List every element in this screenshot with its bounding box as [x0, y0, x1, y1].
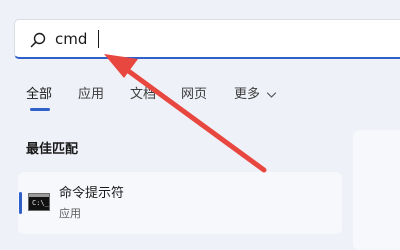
preview-pane [353, 130, 400, 250]
result-name: 命令提示符 [59, 186, 125, 201]
tab-apps[interactable]: 应用 [78, 85, 104, 105]
text-caret [98, 30, 99, 48]
best-match-heading: 最佳匹配 [26, 142, 79, 157]
tab-more[interactable]: 更多 [234, 85, 260, 105]
search-box[interactable]: cmd [14, 19, 400, 59]
command-prompt-icon: C:\_ [28, 193, 50, 211]
tab-documents[interactable]: 文档 [130, 85, 156, 105]
search-input[interactable]: cmd [55, 29, 87, 49]
active-tab-indicator [30, 108, 50, 111]
tab-all[interactable]: 全部 [26, 85, 52, 105]
chevron-down-icon[interactable] [266, 91, 277, 99]
selection-indicator [19, 192, 22, 214]
result-type: 应用 [59, 207, 81, 220]
tab-web[interactable]: 网页 [181, 85, 207, 105]
search-icon [30, 32, 46, 48]
best-match-result[interactable]: C:\_ 命令提示符 应用 [18, 172, 342, 234]
